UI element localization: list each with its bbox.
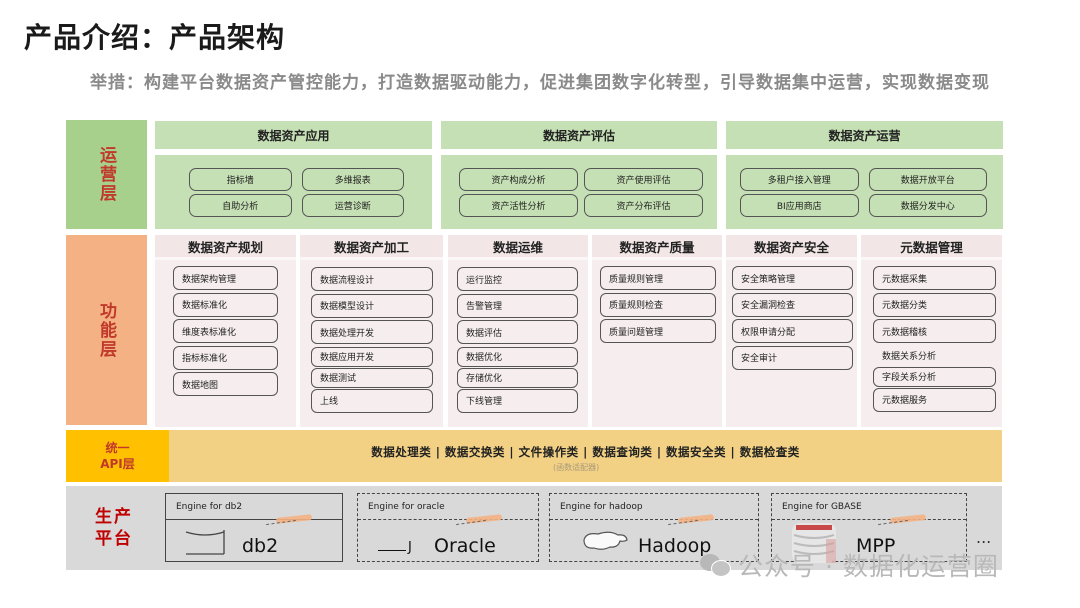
prod-label-line2: 平台 [95,529,133,549]
func-item[interactable]: 下线管理 [457,388,578,413]
api-label-line2: API层 [100,457,135,471]
func-layer-label: 功能层 [66,235,147,425]
engine-title: Engine for oracle [358,494,538,520]
func-column-title: 数据资产规划 [155,235,296,260]
page-subtitle: 举措：构建平台数据资产管控能力，打造数据驱动能力，促进集团数字化转型，引导数据集… [90,73,990,93]
func-item[interactable]: 上线 [311,388,433,413]
func-item[interactable]: 质量规则检查 [600,292,716,317]
ops-column-asset-application: 数据资产应用 指标墙 多维报表 自助分析 运营诊断 [155,121,432,229]
engine-name: db2 [242,535,279,557]
func-item[interactable]: 质量规则管理 [600,266,716,290]
api-note: (函数适配器) [553,463,600,472]
engine-title: Engine for db2 [166,494,342,520]
ops-item[interactable]: 指标墙 [189,167,292,191]
func-item[interactable]: 数据地图 [173,372,278,396]
api-layer-label: 统一 API层 [66,430,169,482]
api-bar: 数据处理类 | 数据交换类 | 文件操作类 | 数据查询类 | 数据安全类 | … [169,430,1002,482]
ops-column-title: 数据资产运营 [726,121,1003,149]
func-item[interactable]: 数据处理开发 [311,320,433,344]
ops-column-title: 数据资产应用 [155,121,432,149]
func-item[interactable]: 指标标准化 [173,345,278,370]
func-item[interactable]: 运行监控 [457,267,578,291]
func-column-metadata: 元数据管理 元数据采集 元数据分类 元数据稽核 数据关系分析 字段关系分析 元数… [861,235,1002,427]
wechat-icon [700,554,731,577]
func-column-asset-quality: 数据资产质量 质量规则管理 质量规则检查 质量问题管理 [592,235,722,427]
func-item[interactable]: 数据应用开发 [311,346,433,367]
ops-item[interactable]: 数据分发中心 [868,193,987,217]
func-item[interactable]: 数据评估 [457,320,578,344]
ops-layer-label: 运营层 [66,120,147,229]
func-column-title: 数据资产质量 [592,235,722,260]
engine-oracle[interactable]: Engine for oracle J Oracle [357,493,539,562]
engine-name: Oracle [434,535,496,557]
page-title: 产品介绍：产品架构 [24,21,286,54]
ops-item[interactable]: 多租户接入管理 [740,167,859,191]
func-item[interactable]: 告警管理 [457,293,578,318]
more-engines-ellipsis: ... [976,528,992,547]
oracle-logo-icon: J [378,540,412,555]
ops-item[interactable]: 资产分布评估 [584,193,703,217]
ops-item[interactable]: 资产活性分析 [459,193,578,217]
func-item[interactable]: 元数据服务 [873,387,996,412]
func-item[interactable]: 安全漏洞检查 [732,292,853,317]
engine-title: Engine for GBASE [772,494,966,520]
func-item[interactable]: 数据标准化 [173,292,278,317]
func-item[interactable]: 数据测试 [311,367,433,388]
api-categories: 数据处理类 | 数据交换类 | 文件操作类 | 数据查询类 | 数据安全类 | … [371,445,800,459]
hadoop-elephant-icon [583,531,628,550]
func-item[interactable]: 数据关系分析 [873,345,996,366]
ops-item[interactable]: 运营诊断 [301,193,404,217]
func-column-asset-processing: 数据资产加工 数据流程设计 数据模型设计 数据处理开发 数据应用开发 数据测试 … [300,235,443,427]
func-item[interactable]: 元数据稽核 [873,319,996,343]
func-item[interactable]: 元数据采集 [873,266,996,290]
func-column-title: 数据资产加工 [300,235,443,260]
func-item[interactable]: 字段关系分析 [873,366,996,387]
watermark-text: 公众号 · 数据化运营圈 [738,552,999,581]
func-column-title: 数据资产安全 [726,235,857,260]
prod-label-line1: 生产 [95,507,133,527]
database-icon [185,530,225,555]
func-column-asset-security: 数据资产安全 安全策略管理 安全漏洞检查 权限申请分配 安全审计 [726,235,857,427]
func-item[interactable]: 权限申请分配 [732,319,853,343]
func-item[interactable]: 数据优化 [457,346,578,367]
watermark: 公众号 · 数据化运营圈 [700,547,999,583]
func-item[interactable]: 质量问题管理 [600,319,716,343]
engine-title: Engine for hadoop [550,494,758,520]
func-item[interactable]: 数据模型设计 [311,293,433,318]
func-item[interactable]: 元数据分类 [873,292,996,317]
ops-item[interactable]: 资产使用评估 [584,167,703,191]
ops-column-asset-evaluation: 数据资产评估 资产构成分析 资产使用评估 资产活性分析 资产分布评估 [441,121,717,229]
ops-item[interactable]: 多维报表 [301,167,404,191]
func-item[interactable]: 数据架构管理 [173,266,278,290]
engine-db2[interactable]: Engine for db2 db2 [165,493,343,562]
func-item[interactable]: 存储优化 [457,367,578,388]
ops-column-title: 数据资产评估 [441,121,717,149]
func-item[interactable]: 维度表标准化 [173,319,278,343]
prod-layer-label: 生产 平台 [66,486,162,570]
func-item[interactable]: 安全策略管理 [732,266,853,290]
ops-item[interactable]: BI应用商店 [740,193,859,217]
func-item[interactable]: 数据流程设计 [311,267,433,291]
func-column-asset-planning: 数据资产规划 数据架构管理 数据标准化 维度表标准化 指标标准化 数据地图 [155,235,296,427]
ops-item[interactable]: 数据开放平台 [868,167,987,191]
func-column-title: 数据运维 [448,235,588,260]
func-item[interactable]: 安全审计 [732,345,853,370]
ops-item[interactable]: 自助分析 [189,193,292,217]
api-label-line1: 统一 [105,441,130,455]
func-column-title: 元数据管理 [861,235,1002,260]
ops-item[interactable]: 资产构成分析 [459,167,578,191]
func-column-data-ops: 数据运维 运行监控 告警管理 数据评估 数据优化 存储优化 下线管理 [448,235,588,427]
ops-column-asset-operation: 数据资产运营 多租户接入管理 数据开放平台 BI应用商店 数据分发中心 [726,121,1003,229]
